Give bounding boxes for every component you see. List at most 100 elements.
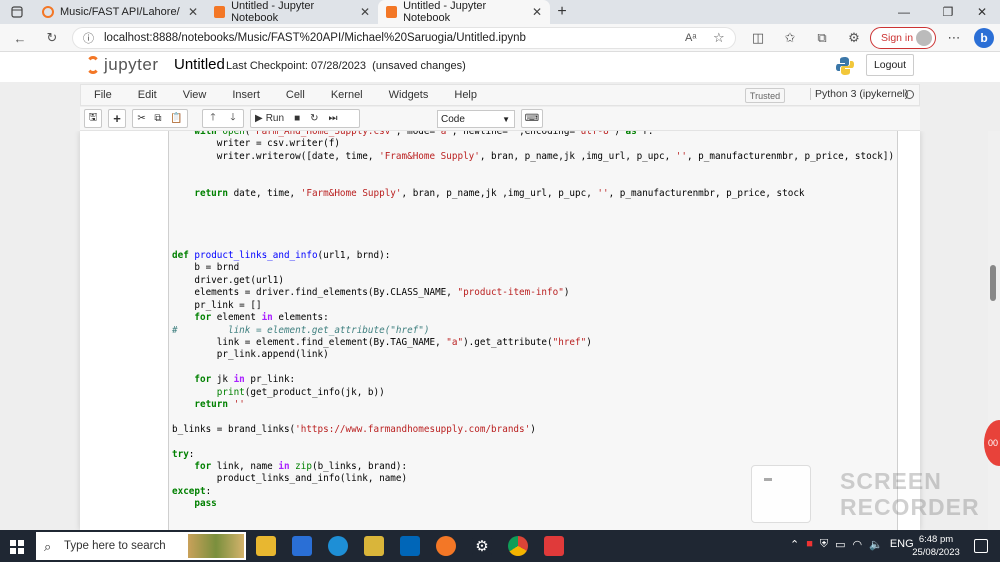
taskbar-search-input[interactable]: ⌕ Type here to search <box>36 532 246 560</box>
scrollbar-thumb[interactable] <box>990 265 996 301</box>
battery-icon[interactable]: ▭ <box>835 538 845 551</box>
mail-icon[interactable] <box>292 536 312 556</box>
url-field[interactable]: ⓘ localhost:8888/notebooks/Music/FAST%20… <box>72 27 736 49</box>
system-tray: ⌃ ■ ⛨ ▭ ◠ 🔈 ENG <box>790 538 914 551</box>
favorites-icon[interactable]: ✩ <box>780 28 800 48</box>
collections-icon[interactable]: ⧉ <box>812 28 832 48</box>
save-button[interactable]: 🖫 <box>84 109 102 128</box>
tab-title: Music/FAST API/Lahore/ <box>60 6 180 18</box>
run-button[interactable]: ▶ Run <box>255 113 284 124</box>
restart-icon[interactable]: ↻ <box>310 113 318 124</box>
code-line: pr_link.append(link) <box>172 349 329 361</box>
jupyter-favicon-icon <box>214 6 226 18</box>
notification-icon[interactable] <box>974 539 988 553</box>
more-menu-icon[interactable]: ⋯ <box>944 28 964 48</box>
bing-copilot-icon[interactable]: b <box>974 28 994 48</box>
tab-title: Untitled - Jupyter Notebook <box>231 0 315 24</box>
cut-icon[interactable]: ✂ <box>137 113 145 124</box>
keyboard-icon: ⌨ <box>524 113 540 124</box>
tab-favicon-icon <box>42 6 54 18</box>
extensions-icon[interactable]: ⚙ <box>844 28 864 48</box>
sign-in-button[interactable]: Sign in <box>870 27 936 49</box>
new-tab-icon[interactable]: + <box>550 0 574 24</box>
menu-view[interactable]: View <box>170 89 220 101</box>
wifi-icon[interactable]: ◠ <box>853 538 863 551</box>
code-line: for element in elements: <box>194 312 329 324</box>
code-line: print(get_product_info(jk, b)) <box>216 386 385 398</box>
favorite-star-icon[interactable]: ☆ <box>713 30 725 46</box>
code-line: ​ <box>172 225 894 237</box>
code-line: driver.get(url1) <box>172 274 284 286</box>
logout-button[interactable]: Logout <box>866 54 914 76</box>
restore-icon[interactable]: ❐ <box>932 0 964 24</box>
taskbar-clock[interactable]: 6:48 pm 25/08/2023 <box>912 533 960 559</box>
chevron-down-icon: ▼ <box>502 114 510 124</box>
edge-icon[interactable] <box>328 536 348 556</box>
jupyter-app-icon[interactable] <box>436 536 456 556</box>
menu-widgets[interactable]: Widgets <box>376 89 442 101</box>
cell-type-select[interactable]: Code ▼ <box>437 110 515 128</box>
code-line: ​ <box>172 200 894 212</box>
jupyter-logo[interactable]: jupyter <box>86 55 159 75</box>
code-line: pr_link = [] <box>172 299 262 311</box>
menu-insert[interactable]: Insert <box>219 89 273 101</box>
notebook-title[interactable]: Untitled <box>174 56 225 73</box>
file-explorer-icon[interactable] <box>256 536 276 556</box>
code-line: ​ <box>172 176 894 188</box>
split-screen-icon[interactable]: ◫ <box>748 28 768 48</box>
tray-overflow-icon[interactable]: ⌃ <box>790 538 799 551</box>
back-icon[interactable]: ← <box>10 28 30 48</box>
checkpoint-status: Last Checkpoint: 07/28/2023 (unsaved cha… <box>226 60 466 72</box>
screen-recorder-app-icon[interactable] <box>544 536 564 556</box>
clock-date: 25/08/2023 <box>912 547 960 558</box>
language-icon[interactable]: ENG <box>890 538 914 551</box>
menu-edit[interactable]: Edit <box>125 89 170 101</box>
jupyter-logo-icon <box>86 56 100 74</box>
menu-cell[interactable]: Cell <box>273 89 318 101</box>
tray-app-icon[interactable]: ■ <box>806 538 813 551</box>
stop-icon[interactable]: ■ <box>294 113 300 124</box>
recorder-widget[interactable] <box>751 465 811 523</box>
read-aloud-icon[interactable]: Aᵃ <box>685 32 696 44</box>
chrome-icon[interactable] <box>508 536 528 556</box>
menu-file[interactable]: File <box>81 89 125 101</box>
minimize-icon[interactable]: — <box>888 0 920 24</box>
media-app-icon[interactable] <box>364 536 384 556</box>
code-line: b = brnd <box>172 262 240 274</box>
vscode-icon[interactable] <box>400 536 420 556</box>
code-line: link = element.find_element(By.TAG_NAME,… <box>172 336 592 348</box>
copy-icon[interactable]: ⧉ <box>154 113 161 124</box>
browser-tab-2[interactable]: Untitled - Jupyter Notebook ✕ <box>206 0 378 24</box>
close-window-icon[interactable]: ✕ <box>966 0 998 24</box>
watermark-line2: RECORDER <box>840 494 980 520</box>
settings-gear-icon[interactable]: ⚙ <box>472 536 492 556</box>
insert-cell-button[interactable]: + <box>108 109 126 128</box>
menu-help[interactable]: Help <box>441 89 490 101</box>
page-scrollbar[interactable] <box>988 131 1000 530</box>
move-down-icon[interactable]: 🡓 <box>230 110 235 127</box>
code-line: ​ <box>172 213 894 225</box>
code-line: ​ <box>172 362 894 374</box>
trusted-badge[interactable]: Trusted <box>745 88 785 103</box>
code-editor[interactable]: with open('Farm_And_Home_Supply.csv', mo… <box>172 131 894 511</box>
command-palette-button[interactable]: ⌨ <box>521 109 543 128</box>
plus-icon: + <box>113 111 121 126</box>
menu-kernel[interactable]: Kernel <box>318 89 376 101</box>
browser-tab-3[interactable]: Untitled - Jupyter Notebook ✕ <box>378 0 550 24</box>
tab-close-icon[interactable]: ✕ <box>188 5 198 19</box>
tray-defender-icon[interactable]: ⛨ <box>820 538 828 551</box>
windows-start-icon[interactable] <box>10 540 24 554</box>
search-placeholder: Type here to search <box>64 540 166 552</box>
browser-tab-1[interactable]: Music/FAST API/Lahore/ ✕ <box>34 0 206 24</box>
code-line: try: <box>172 448 195 460</box>
volume-icon[interactable]: 🔈 <box>869 538 883 551</box>
reload-icon[interactable]: ↻ <box>42 28 62 48</box>
unsaved-text: (unsaved changes) <box>372 60 466 72</box>
sign-in-label: Sign in <box>881 32 914 44</box>
tab-close-icon[interactable]: ✕ <box>360 5 370 19</box>
tab-close-icon[interactable]: ✕ <box>532 5 542 19</box>
fast-forward-icon[interactable]: ⏭ <box>329 113 338 124</box>
move-up-icon[interactable]: 🡑 <box>210 110 215 127</box>
tab-actions-icon[interactable] <box>0 0 34 24</box>
paste-icon[interactable]: 📋 <box>170 113 182 124</box>
